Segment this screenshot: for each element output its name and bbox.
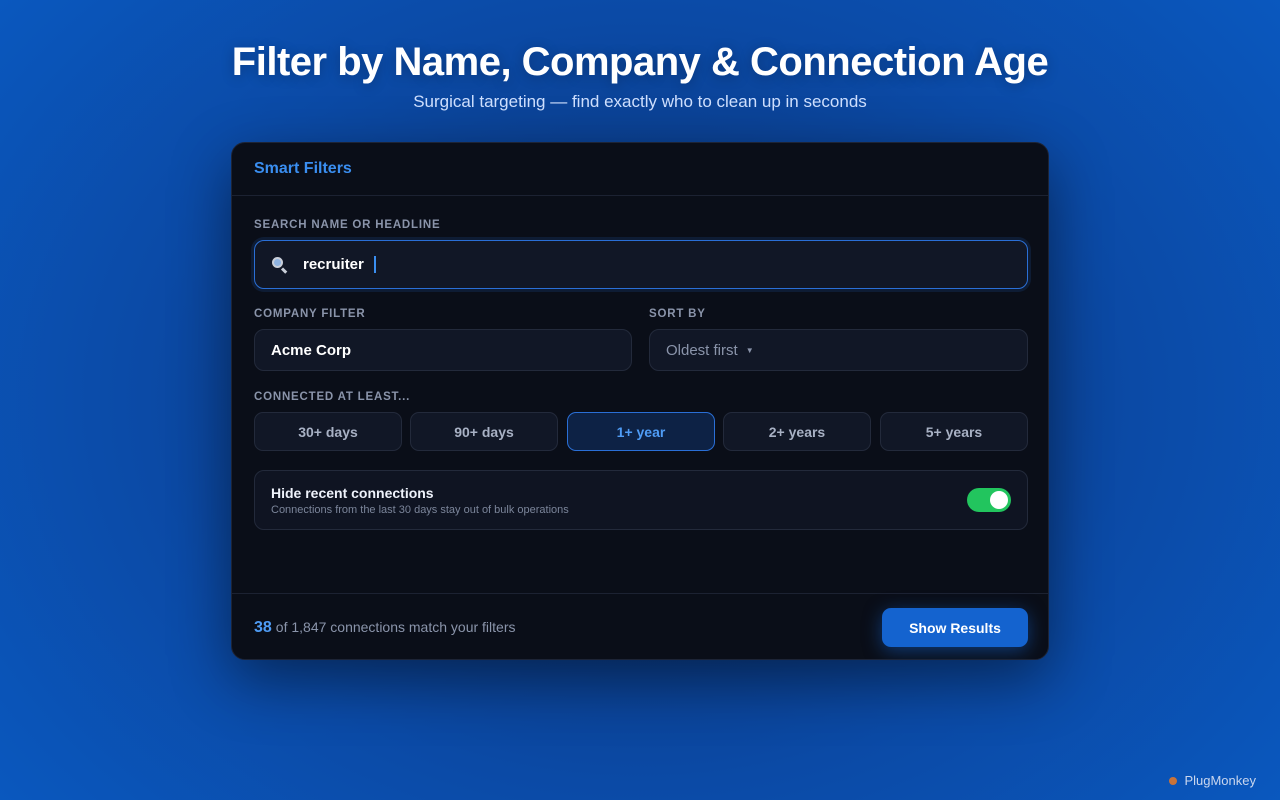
show-results-button[interactable]: Show Results xyxy=(882,608,1028,647)
search-value: recruiter xyxy=(303,256,364,273)
toggle-description: Connections from the last 30 days stay o… xyxy=(271,504,569,516)
age-option-30-days[interactable]: 30+ days xyxy=(254,412,402,451)
brand-name: PlugMonkey xyxy=(1184,773,1256,788)
age-option-5-years[interactable]: 5+ years xyxy=(880,412,1028,451)
hide-recent-toggle[interactable] xyxy=(967,488,1011,512)
search-icon xyxy=(271,256,289,274)
text-caret xyxy=(373,256,376,273)
search-label: SEARCH NAME OR HEADLINE xyxy=(254,219,441,231)
company-filter-input[interactable]: Acme Corp xyxy=(254,329,632,371)
company-filter-label: COMPANY FILTER xyxy=(254,308,366,320)
smart-filters-panel: Smart Filters SEARCH NAME OR HEADLINE re… xyxy=(231,142,1049,660)
panel-footer: 38 of 1,847 connections match your filter… xyxy=(232,593,1048,659)
match-summary: 38 of 1,847 connections match your filter… xyxy=(254,619,515,637)
sort-by-label: SORT BY xyxy=(649,308,706,320)
page-subtitle: Surgical targeting — find exactly who to… xyxy=(413,92,867,111)
age-option-1-year[interactable]: 1+ year xyxy=(567,412,715,451)
brand-watermark: PlugMonkey xyxy=(1169,773,1256,788)
age-option-2-years[interactable]: 2+ years xyxy=(723,412,871,451)
age-option-90-days[interactable]: 90+ days xyxy=(410,412,558,451)
match-count: 38 xyxy=(254,618,272,636)
sort-by-select[interactable]: Oldest first ▼ xyxy=(649,329,1028,371)
match-text: of 1,847 connections match your filters xyxy=(275,618,516,635)
sort-by-value: Oldest first xyxy=(666,341,738,359)
connection-age-label: CONNECTED AT LEAST... xyxy=(254,391,411,403)
hide-recent-setting: Hide recent connections Connections from… xyxy=(254,470,1028,530)
brand-dot-icon xyxy=(1169,776,1178,785)
toggle-title: Hide recent connections xyxy=(271,485,434,501)
search-input[interactable]: recruiter xyxy=(254,240,1028,289)
panel-title: Smart Filters xyxy=(232,143,1048,196)
caret-down-icon: ▼ xyxy=(745,345,754,355)
page-title: Filter by Name, Company & Connection Age xyxy=(231,40,1049,84)
toggle-knob xyxy=(990,491,1008,509)
